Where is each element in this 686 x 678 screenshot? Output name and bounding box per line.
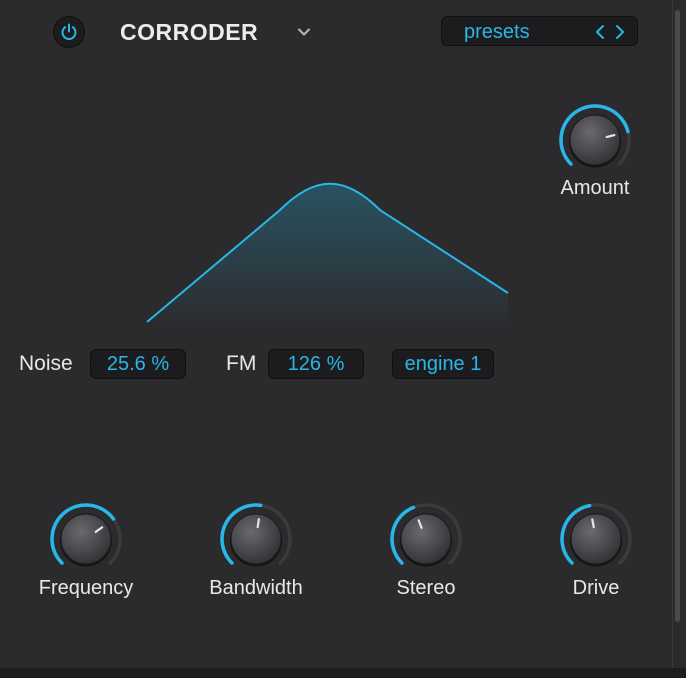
amount-label: Amount xyxy=(560,177,630,199)
stereo-knob[interactable] xyxy=(386,499,466,579)
stereo-label: Stereo xyxy=(396,577,456,599)
bandwidth-knob[interactable] xyxy=(216,499,296,579)
scrollbar[interactable] xyxy=(675,10,680,622)
noise-curve-display xyxy=(146,182,509,323)
power-button[interactable] xyxy=(53,16,85,48)
plugin-title: CORRODER xyxy=(120,19,259,45)
amount-knob[interactable] xyxy=(555,100,635,180)
preset-next-button[interactable] xyxy=(612,22,628,42)
fm-value-field[interactable]: 126 % xyxy=(268,349,364,379)
bandwidth-label: Bandwidth xyxy=(209,577,303,599)
fm-label: FM xyxy=(226,352,257,375)
power-icon xyxy=(61,23,77,40)
title-dropdown-button[interactable] xyxy=(292,22,316,42)
engine-selector[interactable]: engine 1 xyxy=(392,349,494,379)
knob-cap xyxy=(400,513,452,565)
noise-label: Noise xyxy=(19,352,73,375)
chevron-right-icon xyxy=(616,25,624,39)
chevron-down-icon xyxy=(298,28,310,36)
preset-prev-button[interactable] xyxy=(592,22,608,42)
knob-cap xyxy=(230,513,282,565)
drive-label: Drive xyxy=(572,577,620,599)
frequency-label: Frequency xyxy=(38,577,134,599)
bottom-edge xyxy=(0,668,686,678)
drive-knob[interactable] xyxy=(556,499,636,579)
noise-value-field[interactable]: 25.6 % xyxy=(90,349,186,379)
frequency-knob[interactable] xyxy=(46,499,126,579)
knob-indicator xyxy=(256,518,260,529)
chevron-left-icon xyxy=(596,25,604,39)
presets-selector[interactable]: presets xyxy=(441,16,638,46)
knob-indicator xyxy=(591,518,595,529)
curve-fill xyxy=(147,183,508,322)
presets-label: presets xyxy=(464,21,530,43)
knob-cap xyxy=(569,114,621,166)
knob-cap xyxy=(570,513,622,565)
plugin-panel: CORRODER presets Amount Noise 25.6 % FM … xyxy=(0,0,673,668)
knob-cap xyxy=(60,513,112,565)
